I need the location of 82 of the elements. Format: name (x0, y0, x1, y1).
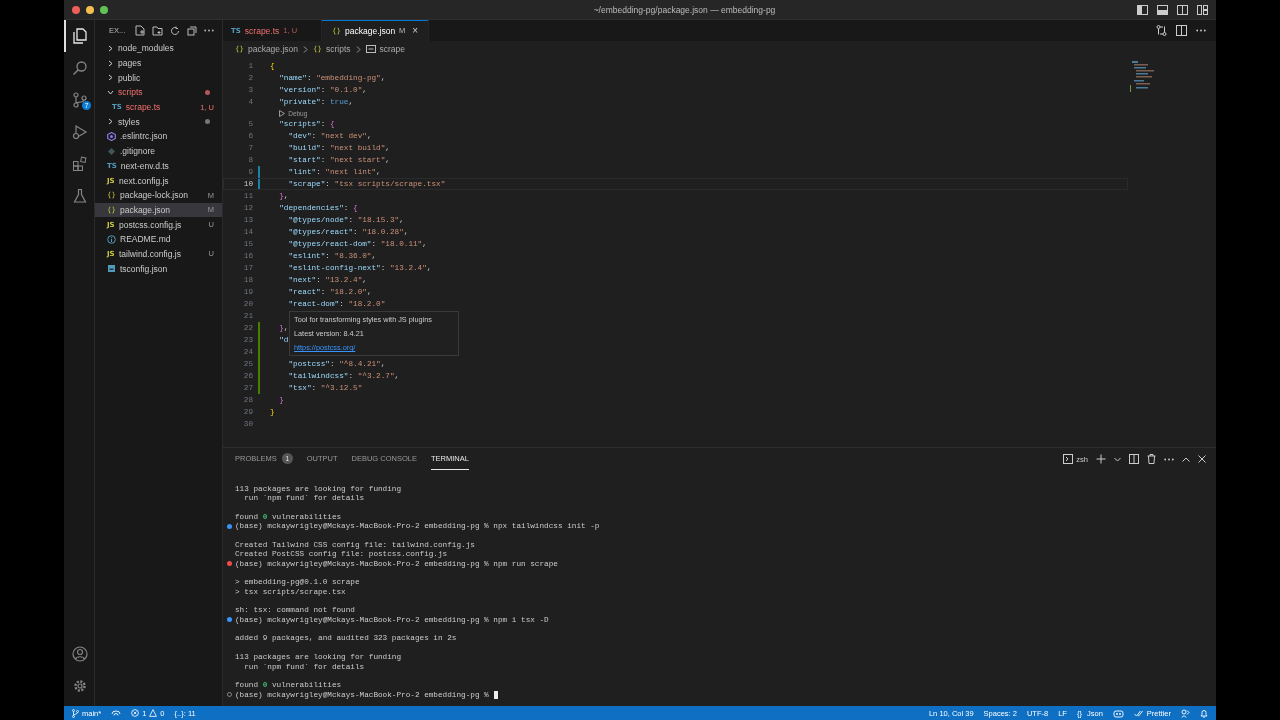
item-name: scrape.ts (125, 102, 162, 113)
sidebar-toggle-icon[interactable] (1137, 4, 1148, 15)
new-file-icon[interactable] (135, 25, 146, 36)
sync-icon[interactable] (111, 709, 122, 717)
item-name: next.config.js (119, 175, 170, 186)
split-terminal-icon[interactable] (1129, 454, 1139, 464)
file-item[interactable]: .eslintrc.json (95, 129, 222, 144)
split-layout-icon[interactable] (1177, 4, 1188, 15)
run-debug-icon[interactable] (72, 124, 88, 140)
folder-item[interactable]: public (95, 70, 222, 86)
item-name: styles (118, 116, 141, 127)
command-status-dot[interactable] (227, 561, 232, 567)
collapse-all-icon[interactable] (187, 25, 198, 36)
panel-toggle-icon[interactable] (1157, 4, 1168, 15)
play-icon[interactable] (279, 109, 286, 117)
bell-icon[interactable] (1200, 708, 1208, 718)
item-name: .gitignore (120, 146, 156, 157)
extensions-icon[interactable] (72, 156, 88, 172)
item-name: next-env.d.ts (120, 160, 170, 171)
item-name: tsconfig.json (120, 263, 169, 274)
property-icon (365, 45, 376, 53)
folder-item[interactable]: pages (95, 55, 222, 71)
info-icon (107, 234, 116, 244)
command-status-dot[interactable] (227, 617, 232, 623)
window-title: ~/embedding-pg/package.json — embedding-pg (592, 4, 777, 15)
item-name: scripts (118, 87, 144, 98)
breadcrumb[interactable]: scrape (379, 44, 405, 54)
eslint-icon (107, 131, 116, 141)
item-name: public (118, 72, 142, 83)
folder-item[interactable]: styles (95, 114, 222, 130)
zoom-window-button[interactable] (100, 5, 108, 14)
chevron-right-icon (303, 45, 308, 53)
file-item[interactable]: .gitignore (95, 143, 222, 159)
refresh-icon[interactable] (170, 25, 181, 36)
warning-icon (149, 709, 158, 717)
terminal-cursor (493, 690, 498, 699)
folder-item[interactable]: node_modules (95, 41, 222, 56)
item-name: package.json (119, 204, 171, 215)
file-item[interactable]: tsconfig.json (95, 261, 222, 276)
more-icon[interactable] (204, 29, 215, 32)
chevron-up-icon[interactable] (1182, 456, 1190, 462)
trash-icon[interactable] (1147, 454, 1156, 464)
item-name: pages (118, 58, 143, 69)
branch-icon (72, 708, 79, 718)
broadcast-icon[interactable] (1181, 708, 1190, 718)
source-control-icon[interactable] (72, 92, 88, 108)
double-check-icon (1133, 709, 1144, 717)
flask-icon[interactable] (72, 188, 88, 204)
close-icon[interactable] (1198, 455, 1206, 463)
split-editor-icon[interactable] (1176, 25, 1187, 36)
chevron-right-icon (355, 45, 361, 53)
more-icon[interactable] (1196, 29, 1206, 32)
config-file-icon (107, 264, 116, 274)
item-name: README.md (120, 234, 172, 245)
close-tab-button[interactable]: × (412, 25, 419, 36)
file-item[interactable]: README.md (95, 231, 222, 247)
minimap (1130, 59, 1156, 95)
breadcrumb[interactable]: scripts (325, 44, 351, 54)
diamond-icon (107, 146, 116, 156)
close-window-button[interactable] (72, 5, 80, 14)
compare-changes-icon[interactable] (1156, 25, 1167, 36)
command-status-dot[interactable] (227, 523, 232, 529)
layout-grid-icon[interactable] (1197, 4, 1208, 15)
error-icon (131, 709, 140, 717)
files-icon[interactable] (72, 28, 88, 44)
terminal-icon (1063, 454, 1074, 464)
new-folder-icon[interactable] (152, 25, 164, 36)
search-icon[interactable] (72, 60, 88, 76)
item-name: node_modules (118, 43, 175, 54)
more-icon[interactable] (1164, 457, 1174, 461)
account-icon[interactable] (72, 646, 88, 662)
robot-icon[interactable] (1112, 708, 1124, 718)
settings-icon[interactable] (72, 678, 88, 694)
plus-icon[interactable] (1096, 454, 1106, 464)
item-name: .eslintrc.json (120, 131, 169, 142)
breadcrumb[interactable]: package.json (247, 44, 298, 54)
item-name: package-lock.json (119, 190, 189, 201)
item-name: postcss.config.js (119, 219, 183, 230)
item-name: tailwind.config.js (119, 248, 182, 259)
minimize-window-button[interactable] (86, 5, 94, 14)
chevron-down-icon[interactable] (1114, 456, 1121, 462)
folder-item[interactable]: scripts (95, 85, 222, 100)
